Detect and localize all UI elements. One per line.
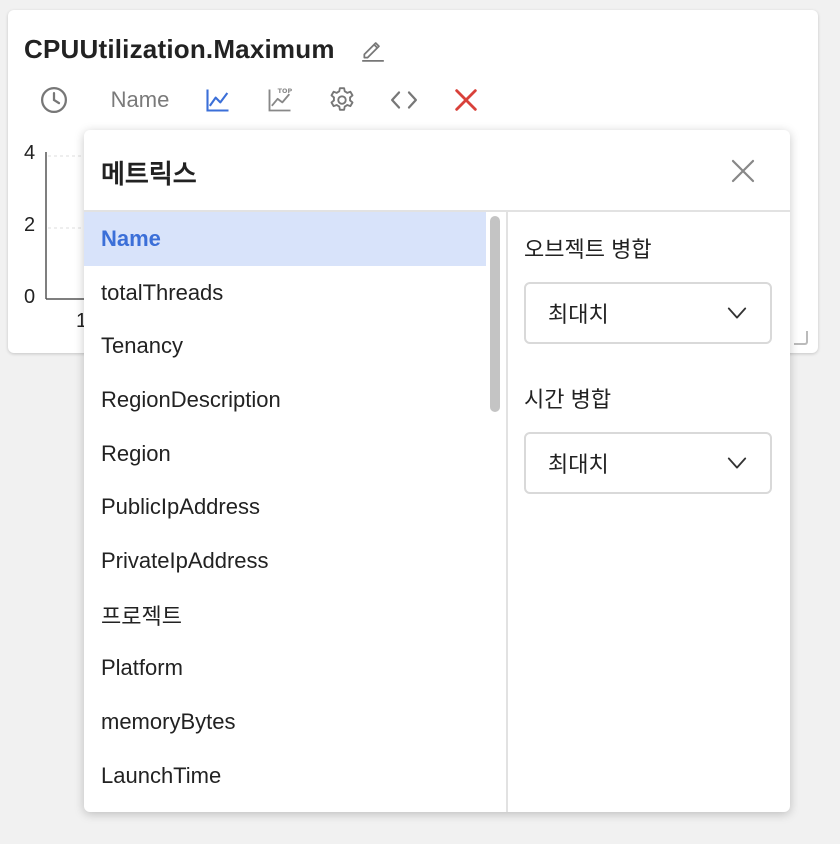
y-tick-label: 0 [24, 286, 36, 308]
metric-item[interactable]: Region [84, 427, 486, 481]
metric-item[interactable]: totalThreads [84, 266, 486, 320]
clock-icon [41, 87, 67, 113]
y-tick-label: 2 [24, 214, 36, 236]
resize-handle[interactable] [794, 331, 808, 345]
metric-item-name[interactable]: Name [84, 212, 486, 266]
object-merge-label: 오브젝트 병합 [524, 237, 652, 262]
delete-widget-button[interactable] [450, 82, 482, 118]
settings-button[interactable] [326, 82, 358, 118]
line-chart-icon [206, 89, 229, 112]
popup-title: 메트릭스 [101, 159, 197, 189]
metric-item[interactable]: Tenancy [84, 319, 486, 373]
metric-item[interactable]: PublicIpAddress [84, 480, 486, 534]
top-chart-button[interactable]: TOP [264, 82, 296, 118]
metric-item[interactable]: Platform [84, 642, 486, 696]
close-icon[interactable] [728, 156, 758, 186]
code-icon [391, 91, 417, 109]
line-chart-button[interactable] [202, 82, 234, 118]
y-tick-label: 4 [24, 142, 36, 164]
list-scrollbar-thumb[interactable] [490, 216, 500, 412]
popup-header: 메트릭스 [84, 130, 790, 212]
metric-item[interactable]: memoryBytes [84, 695, 486, 749]
time-merge-label: 시간 병합 [524, 387, 612, 412]
embed-code-button[interactable] [388, 82, 420, 118]
metric-list: Name totalThreads Tenancy RegionDescript… [84, 212, 506, 812]
close-icon [455, 89, 477, 111]
edit-icon[interactable] [360, 36, 386, 62]
metric-item[interactable]: RegionDescription [84, 373, 486, 427]
gear-icon [330, 87, 354, 111]
time-merge-select[interactable]: 최대치 [524, 432, 772, 494]
widget-title: CPUUtilization.Maximum [24, 34, 335, 64]
svg-text:TOP: TOP [278, 87, 293, 95]
merge-options: 오브젝트 병합 최대치 시간 병합 최대치 [508, 212, 790, 812]
time-merge-value: 최대치 [548, 452, 609, 477]
top-chart-icon: TOP [268, 87, 293, 112]
object-merge-value: 최대치 [548, 302, 609, 327]
metric-item[interactable]: PrivateIpAddress [84, 534, 486, 588]
object-merge-select[interactable]: 최대치 [524, 282, 772, 344]
metric-item[interactable]: 프로젝트 [84, 588, 486, 642]
chevron-down-icon [727, 307, 747, 319]
time-range-button[interactable] [38, 82, 70, 118]
name-filter-button[interactable]: Name [108, 82, 172, 118]
metrics-popup: 메트릭스 Name totalThreads Tenancy RegionDes… [84, 130, 790, 812]
chevron-down-icon [727, 457, 747, 469]
metric-item[interactable]: LaunchTime [84, 749, 486, 803]
